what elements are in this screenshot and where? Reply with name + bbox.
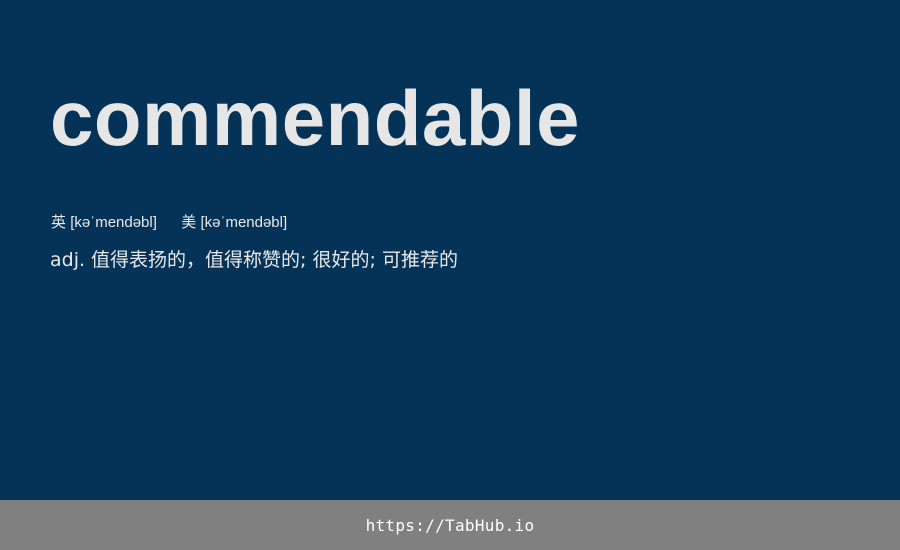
uk-label: 英 xyxy=(51,214,67,231)
definition-text: adj. 值得表扬的，值得称赞的; 很好的; 可推荐的 xyxy=(50,249,458,271)
uk-ipa: [kəˈmendəbl] xyxy=(70,214,157,231)
word-card: commendable 英 [kəˈmendəbl] 美 [kəˈmendəbl… xyxy=(0,0,900,500)
phonetics-row: 英 [kəˈmendəbl] 美 [kəˈmendəbl] xyxy=(51,213,287,233)
us-ipa: [kəˈmendəbl] xyxy=(200,214,288,231)
tabhub-link[interactable]: https://TabHub.io xyxy=(366,516,535,535)
us-label: 美 xyxy=(181,214,197,231)
footer-bar: https://TabHub.io xyxy=(0,500,900,550)
headword: commendable xyxy=(50,74,580,162)
